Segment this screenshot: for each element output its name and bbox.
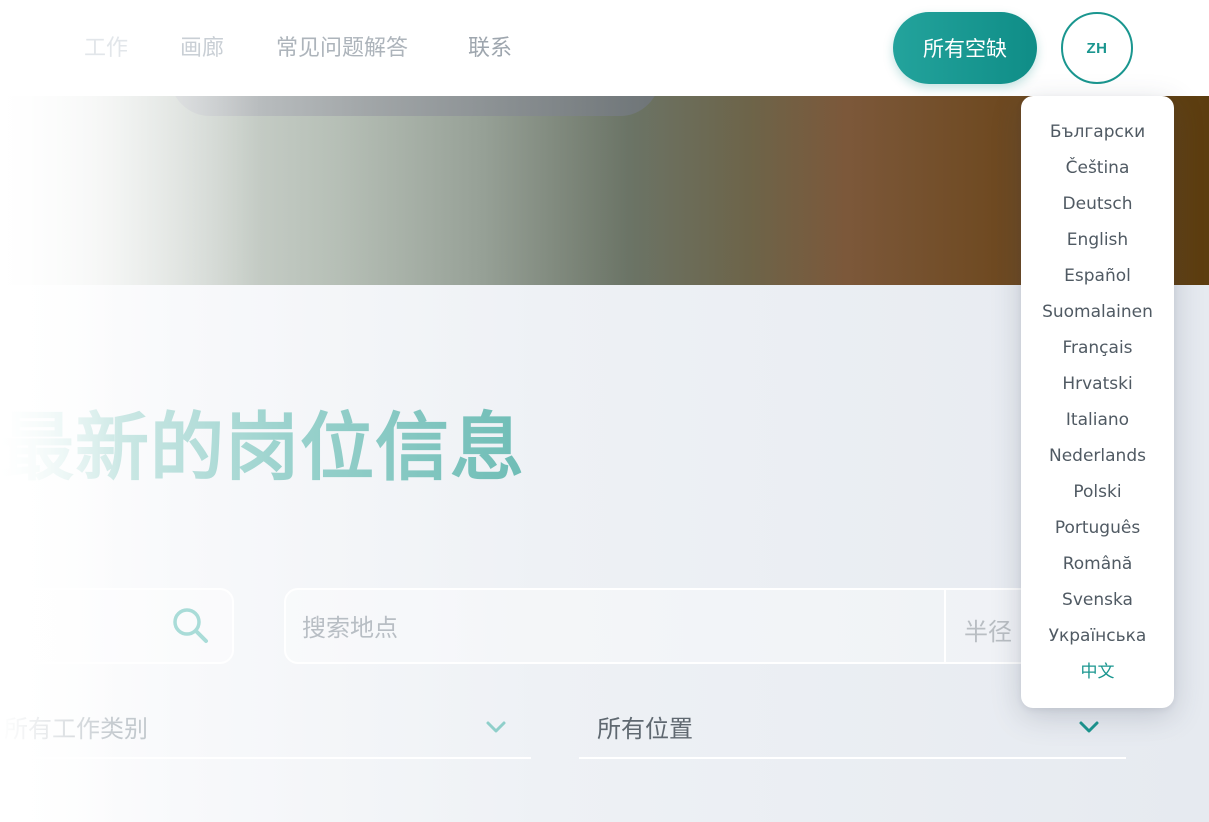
language-option-it[interactable]: Italiano: [1021, 402, 1174, 438]
language-option-bg[interactable]: Български: [1021, 114, 1174, 150]
language-option-de[interactable]: Deutsch: [1021, 186, 1174, 222]
all-vacancies-button[interactable]: 所有空缺: [893, 12, 1037, 84]
language-option-es[interactable]: Español: [1021, 258, 1174, 294]
language-option-fi[interactable]: Suomalainen: [1021, 294, 1174, 330]
language-option-cs[interactable]: Čeština: [1021, 150, 1174, 186]
chevron-down-icon: [1079, 721, 1099, 733]
language-option-pl[interactable]: Polski: [1021, 474, 1174, 510]
nav-link-gallery[interactable]: 画廊: [180, 34, 224, 64]
language-option-zh[interactable]: 中文: [1021, 654, 1174, 690]
job-category-select-value: 所有工作类别: [4, 715, 148, 743]
language-switcher-button[interactable]: ZH: [1061, 12, 1133, 84]
nav-link-jobs[interactable]: 工作: [84, 34, 128, 64]
location-search-field: 半径: [284, 588, 1044, 664]
nav-link-faq[interactable]: 常见问题解答: [276, 34, 408, 64]
radius-divider: [944, 590, 946, 662]
language-option-fr[interactable]: Français: [1021, 330, 1174, 366]
language-option-pt[interactable]: Português: [1021, 510, 1174, 546]
language-option-ro[interactable]: Română: [1021, 546, 1174, 582]
search-icon[interactable]: [170, 605, 210, 645]
location-search-input[interactable]: [302, 610, 902, 646]
site-header: 工作 画廊 常见问题解答 联系 所有空缺 ZH: [0, 0, 1209, 96]
language-dropdown-menu: Български Čeština Deutsch English Españo…: [1021, 96, 1174, 708]
language-option-hr[interactable]: Hrvatski: [1021, 366, 1174, 402]
language-option-en[interactable]: English: [1021, 222, 1174, 258]
nav-link-contact[interactable]: 联系: [468, 34, 512, 64]
language-option-uk[interactable]: Українська: [1021, 618, 1174, 654]
hero-fade-overlay: [0, 96, 260, 285]
location-select-value: 所有位置: [597, 715, 693, 743]
job-category-select[interactable]: 所有工作类别: [0, 695, 531, 759]
chevron-down-icon: [486, 721, 506, 733]
radius-select[interactable]: 半径: [964, 612, 1012, 647]
page-title: 最新的岗位信息: [0, 405, 525, 491]
language-option-sv[interactable]: Svenska: [1021, 582, 1174, 618]
language-option-nl[interactable]: Nederlands: [1021, 438, 1174, 474]
